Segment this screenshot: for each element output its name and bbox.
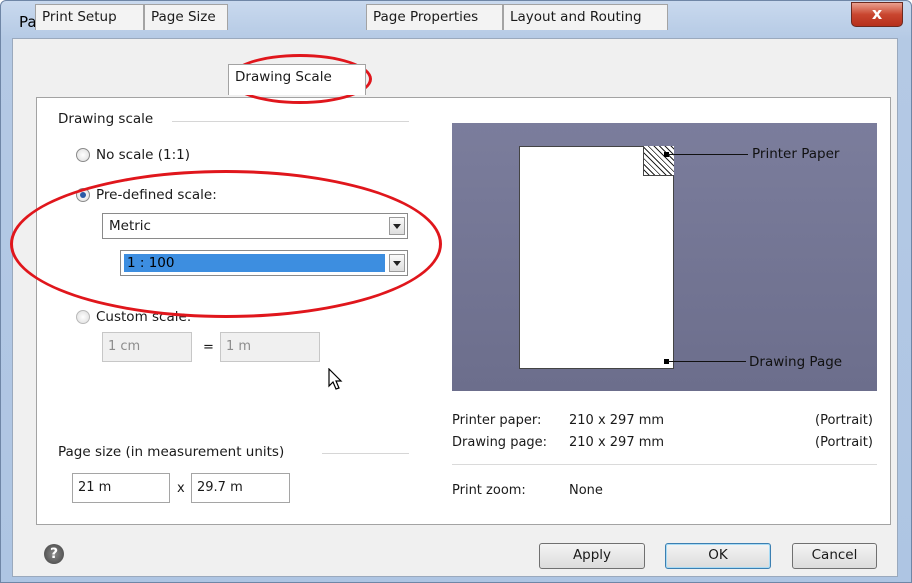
drawing-page-label: Drawing page: — [452, 435, 548, 450]
printer-paper-size: 210 x 297 mm — [569, 413, 665, 428]
no-scale-label: No scale (1:1) — [96, 147, 190, 163]
mouse-cursor-icon — [328, 368, 343, 390]
drawing-page-size: 210 x 297 mm — [569, 435, 665, 450]
custom-scale-drawing-field[interactable]: 1 m — [220, 332, 320, 362]
printer-paper-callout: Printer Paper — [752, 146, 840, 162]
print-zoom-value: None — [569, 483, 603, 498]
custom-scale-page-field[interactable]: 1 cm — [102, 332, 192, 362]
page-height-field[interactable]: 29.7 m — [191, 473, 290, 503]
cancel-button[interactable]: Cancel — [792, 543, 877, 569]
tab-layout-and-routing[interactable]: Layout and Routing — [503, 4, 668, 30]
drawing-page-orientation: (Portrait) — [815, 435, 873, 450]
group-divider — [322, 453, 409, 454]
tab-page-properties[interactable]: Page Properties — [366, 4, 503, 30]
page-width-field[interactable]: 21 m — [72, 473, 170, 503]
tab-print-setup[interactable]: Print Setup — [35, 4, 144, 30]
help-icon[interactable]: ? — [44, 544, 64, 564]
no-scale-radio[interactable] — [76, 148, 90, 162]
tab-drawing-scale[interactable]: Drawing Scale — [228, 64, 366, 95]
page-size-group-label: Page size (in measurement units) — [58, 444, 291, 460]
print-zoom-label: Print zoom: — [452, 483, 526, 498]
drawing-page-leader — [668, 361, 746, 362]
info-divider — [452, 464, 877, 465]
drawing-page-callout: Drawing Page — [749, 354, 843, 370]
times-sign: x — [177, 481, 185, 496]
printer-paper-orientation: (Portrait) — [815, 413, 873, 428]
scale-highlight-ellipse — [10, 170, 442, 318]
custom-scale-radio[interactable] — [76, 310, 90, 324]
printer-paper-leader — [668, 154, 748, 155]
apply-button[interactable]: Apply — [539, 543, 645, 569]
drawing-scale-group-label: Drawing scale — [58, 111, 160, 127]
drawing-page-preview — [519, 146, 674, 369]
tab-page-size[interactable]: Page Size — [144, 4, 228, 30]
no-scale-option[interactable]: No scale (1:1) — [76, 147, 190, 163]
close-button[interactable]: x — [851, 2, 903, 27]
printer-paper-label: Printer paper: — [452, 413, 542, 428]
printer-paper-corner-icon — [643, 146, 674, 176]
group-divider — [172, 121, 409, 122]
equals-sign: = — [203, 340, 214, 355]
ok-button[interactable]: OK — [665, 543, 771, 569]
